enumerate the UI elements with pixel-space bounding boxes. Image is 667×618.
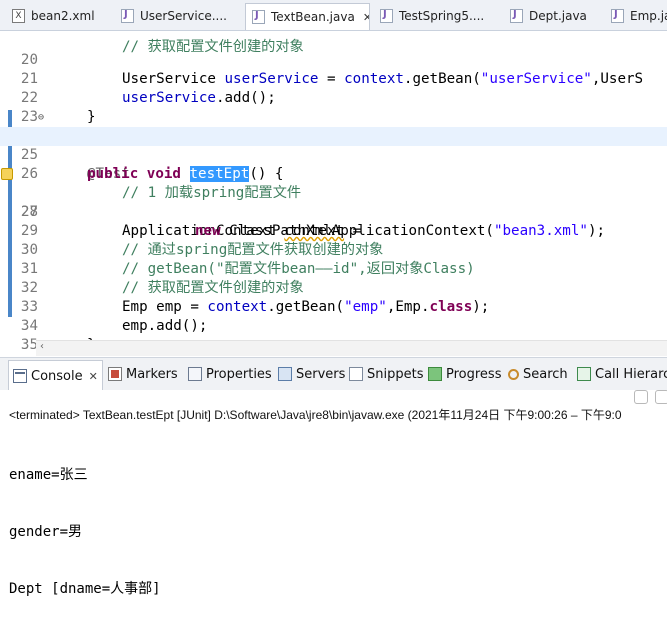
- code-line: 35: [20, 337, 38, 353]
- console-output[interactable]: ename=张三 gender=男 Dept [dname=人事部]: [9, 428, 161, 618]
- code-editor[interactable]: // 获取配置文件创建的对象 20 UserService userServic…: [0, 31, 667, 356]
- tab-console[interactable]: Console ✕: [8, 360, 103, 391]
- console-icon: [13, 369, 27, 383]
- code-line: 28 new ClassPathXmlApplicationContext("b…: [20, 204, 606, 239]
- tab-snippets[interactable]: Snippets: [349, 364, 423, 384]
- servers-icon: [278, 367, 292, 381]
- code-line: 22 }: [20, 90, 96, 125]
- tab-servers[interactable]: Servers: [278, 364, 345, 384]
- scroll-left-icon[interactable]: ‹: [40, 341, 44, 352]
- console-status: <terminated> TextBean.testEpt [JUnit] D:…: [9, 408, 622, 422]
- clear-console-icon[interactable]: [655, 390, 667, 404]
- code-line: 23: [20, 109, 38, 125]
- search-icon: [508, 368, 519, 380]
- tab-progress[interactable]: Progress: [428, 364, 501, 384]
- console-output-line: ename=张三: [9, 467, 88, 483]
- code-line: 31 // 获取配置文件创建的对象: [20, 261, 304, 296]
- tab-markers[interactable]: Markers: [108, 364, 178, 384]
- code-line: 24 ⊖ @Test: [21, 112, 130, 182]
- code-line: 34 }: [20, 318, 96, 353]
- progress-icon: [428, 367, 442, 381]
- code-line: 26 // 1 加载spring配置文件: [20, 166, 302, 201]
- code-line: 33 emp.add();: [20, 299, 208, 334]
- view-tab-bar: Console ✕ Markers Properties Servers Sni…: [0, 357, 667, 391]
- markers-icon: [108, 367, 122, 381]
- tab-properties[interactable]: Properties: [188, 364, 272, 384]
- tab-search[interactable]: Search: [508, 364, 568, 384]
- warning-icon[interactable]: [1, 168, 13, 180]
- code-line: 32 Emp emp = context.getBean("emp",Emp.c…: [20, 280, 490, 315]
- code-line: 27 ApplicationContext context =: [0, 165, 667, 239]
- code-line: 30 // getBean("配置文件bean——id",返回对象Class): [20, 242, 475, 277]
- code-line: 29 // 通过spring配置文件获取创建的对象: [20, 223, 384, 258]
- console-output-line: Dept [dname=人事部]: [9, 581, 161, 597]
- code-line: 21 userService.add();: [20, 71, 276, 106]
- close-icon[interactable]: ✕: [89, 370, 98, 383]
- code-line: 20 UserService userService = context.get…: [20, 52, 644, 87]
- call-hierarchy-icon: [577, 367, 591, 381]
- snippets-icon: [349, 367, 363, 381]
- code-line-current: 25 public void testEpt() {: [0, 127, 667, 182]
- properties-icon: [188, 367, 202, 381]
- tab-call-hierarchy[interactable]: Call Hierarch: [577, 364, 667, 384]
- remove-launch-icon[interactable]: [634, 390, 648, 404]
- horizontal-scrollbar[interactable]: ‹: [36, 340, 667, 356]
- console-output-line: gender=男: [9, 524, 83, 540]
